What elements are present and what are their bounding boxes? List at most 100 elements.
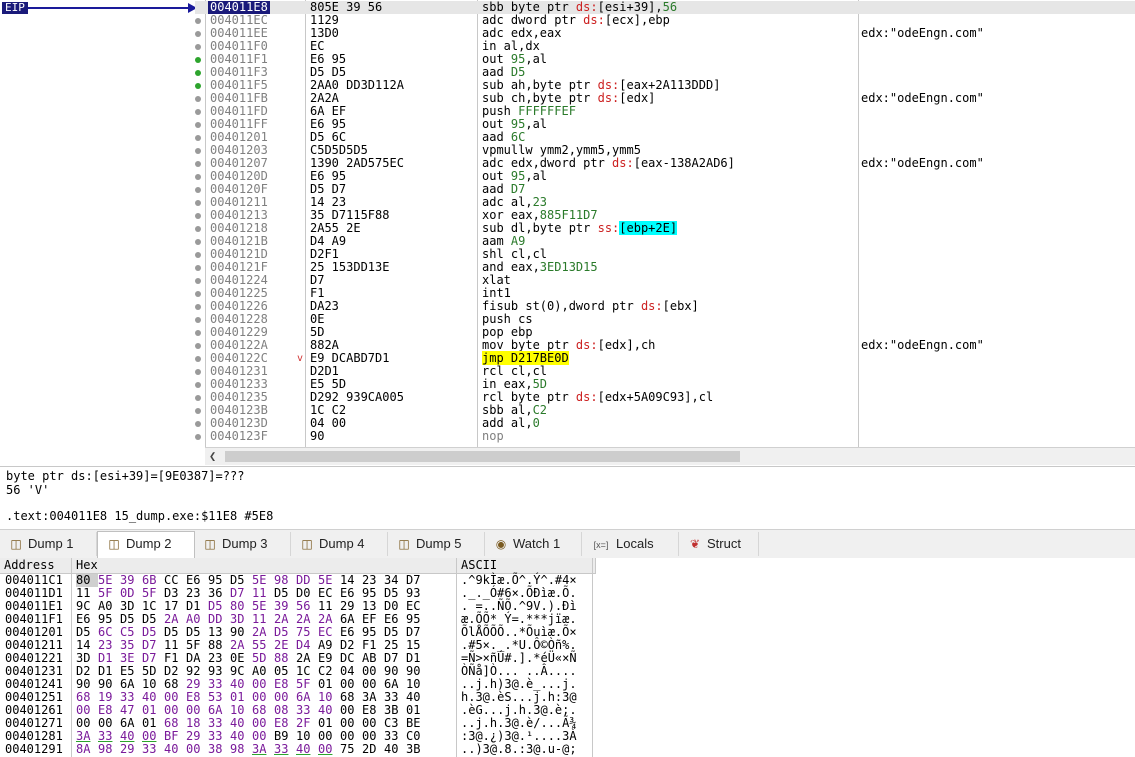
memory-operand: [eax-138A2AD6]	[633, 156, 735, 170]
breakpoint-dot-icon[interactable]	[195, 317, 201, 323]
info-pane: byte ptr ds:[esi+39]=[9E0387]=??? 56 'V'…	[0, 466, 1135, 529]
hex-byte[interactable]: 2D	[362, 743, 384, 756]
disasm-row[interactable]: 00401228 0E push cs	[195, 313, 1135, 326]
mnemonic: vpmullw ymm2,ymm5,ymm5	[482, 143, 641, 157]
hex-byte[interactable]: 98	[230, 743, 252, 756]
hex-byte[interactable]: 00	[318, 743, 340, 756]
breakpoint-dot-icon[interactable]	[195, 31, 201, 37]
immediate-value: 56	[662, 0, 678, 14]
breakpoint-dot-icon[interactable]	[195, 174, 201, 180]
operand-suffix: ,ch	[633, 338, 656, 352]
hex-byte[interactable]: 75	[340, 743, 362, 756]
hex-byte[interactable]: 8A	[76, 743, 98, 756]
mnemonic: out	[482, 52, 511, 66]
info-line-location: .text:004011E8 15_dump.exe:$11E8 #5E8	[6, 509, 274, 523]
hex-byte[interactable]: 33	[142, 743, 164, 756]
tab-watch-1[interactable]: ◉ Watch 1	[485, 532, 582, 556]
mnemonic: in al,dx	[482, 39, 540, 53]
hex-byte[interactable]: 00	[186, 743, 208, 756]
hex-byte[interactable]: 98	[98, 743, 120, 756]
mnemonic: adc al,	[482, 195, 533, 209]
disassembly-view[interactable]: EIP 004011E8 805E 39 56 sbb byte ptr ds:[e…	[0, 0, 1135, 465]
disasm-row[interactable]: 0040123D 04 00 add al,0	[195, 417, 1135, 430]
breakpoint-dot-icon[interactable]	[195, 330, 201, 336]
breakpoint-dot-icon[interactable]	[195, 5, 201, 11]
breakpoint-dot-icon[interactable]	[195, 161, 201, 167]
instruction-text: add al,0	[482, 417, 855, 430]
scroll-left-icon[interactable]: ❮	[209, 449, 216, 463]
breakpoint-dot-icon[interactable]	[195, 70, 201, 76]
breakpoint-dot-icon[interactable]	[195, 434, 201, 440]
breakpoint-dot-icon[interactable]	[195, 278, 201, 284]
tab-locals[interactable]: [x=] Locals	[582, 532, 679, 556]
tab-dump-2[interactable]: ◫ Dump 2	[97, 531, 195, 559]
horizontal-scrollbar[interactable]: ❮	[205, 447, 1135, 465]
breakpoint-dot-icon[interactable]	[195, 44, 201, 50]
mnemonic: mov byte ptr	[482, 338, 576, 352]
hex-byte[interactable]: 3B	[406, 743, 428, 756]
hex-byte[interactable]: 40	[296, 743, 318, 756]
dump-row[interactable]: 00401291 8A 98 29 33 40 00 38 98 3A 33 40 00 75 2D 40 3B…	[0, 743, 1135, 756]
struct-icon: ❦	[689, 537, 701, 551]
breakpoint-dot-icon[interactable]	[195, 252, 201, 258]
scrollbar-thumb[interactable]	[225, 451, 740, 462]
breakpoint-dot-icon[interactable]	[195, 57, 201, 63]
breakpoint-dot-icon[interactable]	[195, 96, 201, 102]
hex-column-header[interactable]: Hex	[72, 558, 457, 574]
breakpoint-dot-icon[interactable]	[195, 239, 201, 245]
breakpoint-dot-icon[interactable]	[195, 382, 201, 388]
tab-dump-3[interactable]: ◫ Dump 3	[194, 532, 291, 556]
tab-dump-1[interactable]: ◫ Dump 1	[0, 532, 97, 556]
hex-byte[interactable]: 29	[120, 743, 142, 756]
tab-dump-4[interactable]: ◫ Dump 4	[291, 532, 388, 556]
hex-byte[interactable]: 38	[208, 743, 230, 756]
disasm-row[interactable]: 0040121F 25 153DD13E and eax,3ED13D15	[195, 261, 1135, 274]
breakpoint-dot-icon[interactable]	[195, 369, 201, 375]
comment: edx:"odeEngn.com"	[861, 338, 984, 352]
memory-operand: [ecx]	[604, 13, 641, 27]
mnemonic: sbb byte ptr	[482, 0, 576, 14]
breakpoint-dot-icon[interactable]	[195, 213, 201, 219]
breakpoint-dot-icon[interactable]	[195, 343, 201, 349]
eip-label: EIP	[2, 2, 28, 14]
breakpoint-dot-icon[interactable]	[195, 408, 201, 414]
hex-byte[interactable]: 40	[164, 743, 186, 756]
mnemonic: sub ah,byte ptr	[482, 78, 598, 92]
breakpoint-dot-icon[interactable]	[195, 265, 201, 271]
hex-byte[interactable]: 40	[384, 743, 406, 756]
breakpoint-dot-icon[interactable]	[195, 187, 201, 193]
ascii-column-header[interactable]: ASCII	[457, 558, 596, 574]
disasm-row[interactable]: 00401226 DA23 fisub st(0),dword ptr ds:[eb…	[195, 300, 1135, 313]
tab-dump-5[interactable]: ◫ Dump 5	[388, 532, 485, 556]
breakpoint-dot-icon[interactable]	[195, 356, 201, 362]
breakpoint-dot-icon[interactable]	[195, 395, 201, 401]
disasm-row[interactable]: 004011EE 13D0 adc edx,eax edx:"odeEngn.com"	[195, 27, 1135, 40]
memory-operand: [edx]	[597, 338, 634, 352]
breakpoint-dot-icon[interactable]	[195, 226, 201, 232]
disasm-row[interactable]: 00401224 D7 xlat	[195, 274, 1135, 287]
mnemonic: rcl byte ptr	[482, 390, 576, 404]
breakpoint-dot-icon[interactable]	[195, 421, 201, 427]
breakpoint-dot-icon[interactable]	[195, 135, 201, 141]
breakpoint-dot-icon[interactable]	[195, 122, 201, 128]
hex-byte[interactable]: 3A	[252, 743, 274, 756]
hex-byte[interactable]: 33	[274, 743, 296, 756]
jump-arrow-icon: v	[297, 353, 304, 364]
tab-struct[interactable]: ❦ Struct	[679, 532, 759, 556]
comment: edx:"odeEngn.com"	[861, 156, 984, 170]
mnemonic: sbb al,	[482, 403, 533, 417]
breakpoint-dot-icon[interactable]	[195, 83, 201, 89]
mnemonic: adc edx,dword ptr	[482, 156, 613, 170]
breakpoint-dot-icon[interactable]	[195, 109, 201, 115]
breakpoint-dot-icon[interactable]	[195, 291, 201, 297]
memory-operand: [edx+5A09C93]	[597, 390, 692, 404]
breakpoint-dot-icon[interactable]	[195, 200, 201, 206]
address-column-header[interactable]: Address	[0, 558, 72, 574]
mnemonic: int1	[482, 286, 511, 300]
breakpoint-dot-icon[interactable]	[195, 304, 201, 310]
disasm-row[interactable]: 0040123F 90 nop	[195, 430, 1135, 443]
breakpoint-dot-icon[interactable]	[195, 18, 201, 24]
hex-dump-view[interactable]: Address Hex ASCII 004011C1 80 5E 39 6B CC E6 95…	[0, 558, 1135, 757]
breakpoint-dot-icon[interactable]	[195, 148, 201, 154]
info-line-value: 56 'V'	[6, 483, 50, 497]
